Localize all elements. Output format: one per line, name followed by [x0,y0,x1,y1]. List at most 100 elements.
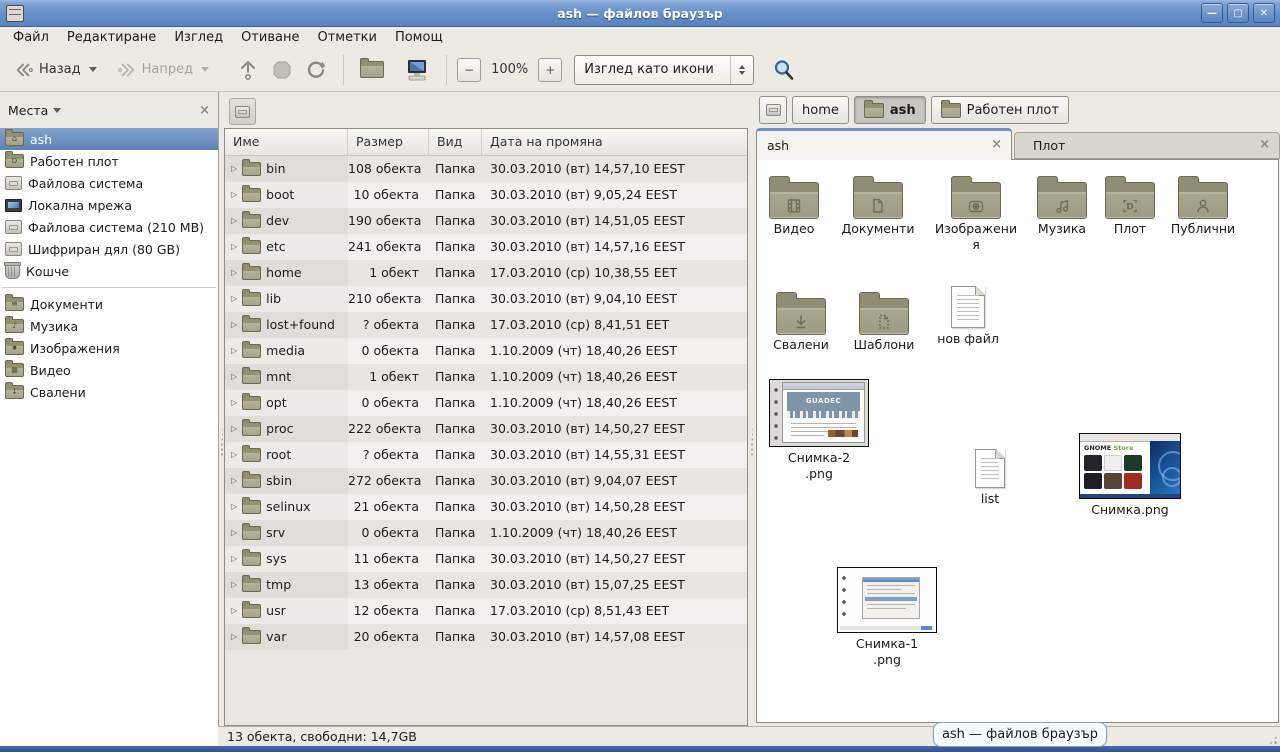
titlebar[interactable]: ash — файлов браузър — ▢ ✕ [0,0,1280,27]
close-button[interactable]: ✕ [1253,3,1275,23]
sidebar-item[interactable]: Файлова система (210 MB) [0,216,218,238]
tree-row[interactable]: ▷ sys 11 обекта Папка 30.03.2010 (вт) 14… [225,546,747,572]
breadcrumb-desktop[interactable]: Работен плот [931,96,1069,124]
tree-row[interactable]: ▷ media 0 обекта Папка 1.10.2009 (чт) 18… [225,338,747,364]
sidebar-item[interactable]: Файлова система [0,172,218,194]
expander-icon[interactable]: ▷ [231,442,237,468]
sidebar-item[interactable]: Свалени [0,381,218,403]
sidebar-item[interactable]: Шифриран дял (80 GB) [0,238,218,260]
col-type-header[interactable]: Вид [429,129,482,155]
tree-row[interactable]: ▷ home 1 обект Папка 17.03.2010 (ср) 10,… [225,260,747,286]
tree-row[interactable]: ▷ etc 241 обекта Папка 30.03.2010 (вт) 1… [225,234,747,260]
icon-item-new-file[interactable]: нов файл [928,282,1008,347]
tree-row[interactable]: ▷ root ? обекта Папка 30.03.2010 (вт) 14… [225,442,747,468]
sidebar-item[interactable]: Изображения [0,337,218,359]
sidebar-item[interactable]: Работен плот [0,150,218,172]
computer-button[interactable] [398,54,436,86]
icon-item-snimka-2[interactable]: GUADEC Снимка-2.png [769,379,869,483]
tree-row[interactable]: ▷ proc 222 обекта Папка 30.03.2010 (вт) … [225,416,747,442]
tab-ash[interactable]: ash × [756,128,1012,160]
sidebar-item[interactable]: Кошче [0,260,218,282]
places-title[interactable]: Места [8,103,48,118]
expander-icon[interactable]: ▷ [231,156,237,182]
tree-row[interactable]: ▷ boot 10 обекта Папка 30.03.2010 (вт) 9… [225,182,747,208]
breadcrumb-home[interactable]: home [792,96,849,124]
expander-icon[interactable]: ▷ [231,338,237,364]
expander-icon[interactable]: ▷ [231,390,237,416]
expander-icon[interactable]: ▷ [231,416,237,442]
tree-row[interactable]: ▷ mnt 1 обект Папка 1.10.2009 (чт) 18,40… [225,364,747,390]
tab-close-icon[interactable]: × [991,137,1002,152]
forward-button[interactable]: Напред [111,56,215,84]
up-button[interactable] [231,54,265,86]
icon-item-pictures[interactable]: Изображения [934,172,1018,254]
icon-item-downloads[interactable]: Свалени [761,288,841,353]
minimize-button[interactable]: — [1201,3,1223,23]
search-button[interactable] [766,54,802,86]
expander-icon[interactable]: ▷ [231,286,237,312]
tree-row[interactable]: ▷ usr 12 обекта Папка 17.03.2010 (ср) 8,… [225,598,747,624]
expander-icon[interactable]: ▷ [231,520,237,546]
tree-row[interactable]: ▷ bin 108 обекта Папка 30.03.2010 (вт) 1… [225,156,747,182]
expander-icon[interactable]: ▷ [231,546,237,572]
places-close-button[interactable]: × [199,104,210,117]
zoom-out-button[interactable]: − [457,58,481,82]
expander-icon[interactable]: ▷ [231,260,237,286]
expander-icon[interactable]: ▷ [231,208,237,234]
zoom-in-button[interactable]: + [538,58,562,82]
menu-edit[interactable]: Редактиране [58,27,165,48]
tree-row[interactable]: ▷ var 20 обекта Папка 30.03.2010 (вт) 14… [225,624,747,650]
maximize-button[interactable]: ▢ [1227,3,1249,23]
expander-icon[interactable]: ▷ [231,234,237,260]
menu-go[interactable]: Отиване [232,27,308,48]
icon-item-templates[interactable]: Шаблони [844,288,924,353]
places-chevron-icon[interactable] [53,108,61,113]
expander-icon[interactable]: ▷ [231,312,237,338]
expander-icon[interactable]: ▷ [231,572,237,598]
tree-row[interactable]: ▷ opt 0 обекта Папка 1.10.2009 (чт) 18,4… [225,390,747,416]
icon-item-list[interactable]: list [960,445,1020,507]
home-button[interactable] [354,57,390,82]
col-date-header[interactable]: Дата на промяна [482,129,747,155]
view-mode-spin[interactable] [730,56,753,84]
icon-item-videos[interactable]: Видео [759,172,829,237]
reload-button[interactable] [299,55,333,85]
tab-plot[interactable]: Плот × [1014,132,1280,159]
menu-view[interactable]: Изглед [165,27,232,48]
sidebar-item[interactable]: Документи [0,293,218,315]
stop-button[interactable] [265,55,299,85]
col-name-header[interactable]: Име [225,129,348,155]
icon-item-public[interactable]: Публични [1161,172,1245,237]
icon-item-desktop[interactable]: D Плот [1100,172,1160,237]
forward-dropdown-icon[interactable] [201,67,209,72]
expander-icon[interactable]: ▷ [231,598,237,624]
breadcrumb-root-button[interactable] [759,96,787,124]
sidebar-item[interactable]: ash [0,128,218,150]
sidebar-item[interactable]: Музика [0,315,218,337]
expander-icon[interactable]: ▷ [231,468,237,494]
expander-icon[interactable]: ▷ [231,182,237,208]
tree-row[interactable]: ▷ srv 0 обекта Папка 1.10.2009 (чт) 18,4… [225,520,747,546]
tree-row[interactable]: ▷ lost+found ? обекта Папка 17.03.2010 (… [225,312,747,338]
tree-row[interactable]: ▷ sbin 272 обекта Папка 30.03.2010 (вт) … [225,468,747,494]
view-mode-select[interactable]: Изглед като икони [574,55,754,85]
tree-row[interactable]: ▷ lib 210 обекта Папка 30.03.2010 (вт) 9… [225,286,747,312]
col-size-header[interactable]: Размер [348,129,429,155]
expander-icon[interactable]: ▷ [231,364,237,390]
menu-bookmarks[interactable]: Отметки [308,27,385,48]
tree-row[interactable]: ▷ selinux 21 обекта Папка 30.03.2010 (вт… [225,494,747,520]
expander-icon[interactable]: ▷ [231,494,237,520]
back-button[interactable]: Назад [8,56,103,84]
icon-item-snimka-1[interactable]: Снимка-1.png [837,567,937,669]
menu-file[interactable]: Файл [4,27,58,48]
tree-pane-root-button[interactable] [229,98,256,125]
icon-item-documents[interactable]: Документи [836,172,920,237]
icon-item-music[interactable]: Музика [1027,172,1097,237]
back-dropdown-icon[interactable] [89,67,97,72]
icon-item-snimka[interactable]: GNOME Store Снимка.png [1079,433,1181,518]
sidebar-item[interactable]: Видео [0,359,218,381]
sidebar-item[interactable]: Локална мрежа [0,194,218,216]
expander-icon[interactable]: ▷ [231,624,237,650]
menu-help[interactable]: Помощ [386,27,452,48]
tree-row[interactable]: ▷ tmp 13 обекта Папка 30.03.2010 (вт) 15… [225,572,747,598]
